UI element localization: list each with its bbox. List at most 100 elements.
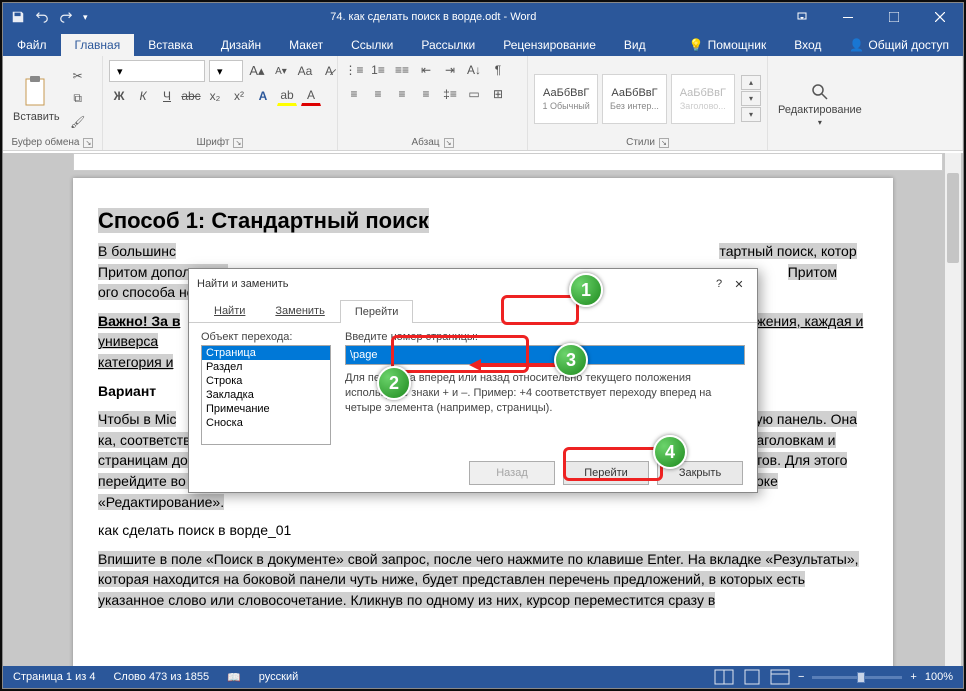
shrink-font-icon[interactable]: A▾ [271, 61, 291, 81]
change-case-icon[interactable]: Aa [295, 61, 315, 81]
minimize-button[interactable] [825, 3, 871, 31]
dlg-tab-find[interactable]: Найти [199, 299, 260, 322]
tab-home[interactable]: Главная [61, 34, 135, 56]
text-effects-icon[interactable]: A [253, 86, 273, 106]
tab-tell-me[interactable]: 💡Помощник [675, 34, 781, 56]
dialog-launcher-icon[interactable]: ↘ [659, 138, 669, 148]
tab-mailings[interactable]: Рассылки [407, 34, 489, 56]
font-color-icon[interactable]: A [301, 86, 321, 106]
align-left-icon[interactable]: ≡ [344, 84, 364, 104]
tab-layout[interactable]: Макет [275, 34, 337, 56]
font-name[interactable]: ▾ [109, 60, 205, 82]
style-nospacing[interactable]: АаБбВвГБез интер... [602, 74, 666, 124]
shading-icon[interactable]: ▭ [464, 84, 484, 104]
maximize-button[interactable] [871, 3, 917, 31]
dialog-help-icon[interactable]: ? [709, 274, 729, 294]
multilevel-icon[interactable]: ≡≡ [392, 60, 412, 80]
justify-icon[interactable]: ≡ [416, 84, 436, 104]
dialog-titlebar[interactable]: Найти и заменить ? ✕ [189, 269, 757, 299]
styles-down-icon[interactable]: ▾ [741, 91, 761, 106]
dialog-close-icon[interactable]: ✕ [729, 274, 749, 294]
zoom-value[interactable]: 100% [925, 671, 953, 683]
copy-icon[interactable]: ⧉ [68, 89, 88, 109]
tab-design[interactable]: Дизайн [207, 34, 275, 56]
close-button[interactable] [917, 3, 963, 31]
style-heading1[interactable]: АаБбВвГЗаголово... [671, 74, 735, 124]
italic-icon[interactable]: К [133, 86, 153, 106]
dialog-launcher-icon[interactable]: ↘ [83, 138, 93, 148]
bullets-icon[interactable]: ⋮≡ [344, 60, 364, 80]
undo-icon[interactable] [35, 10, 49, 24]
align-right-icon[interactable]: ≡ [392, 84, 412, 104]
goto-object-list[interactable]: Страница Раздел Строка Закладка Примечан… [201, 345, 331, 445]
zoom-slider[interactable] [812, 676, 902, 679]
editing-button[interactable]: Редактирование▾ [774, 80, 866, 129]
list-item[interactable]: Строка [202, 374, 330, 388]
list-item[interactable]: Раздел [202, 360, 330, 374]
line-spacing-icon[interactable]: ‡≡ [440, 84, 460, 104]
scrollbar-thumb[interactable] [947, 173, 959, 263]
styles-more-icon[interactable]: ▾ [741, 107, 761, 122]
strike-icon[interactable]: abc [181, 86, 201, 106]
bulb-icon: 💡 [689, 38, 704, 52]
bold-icon[interactable]: Ж [109, 86, 129, 106]
spellcheck-icon[interactable]: 📖 [227, 671, 241, 684]
sort-icon[interactable]: A↓ [464, 60, 484, 80]
clear-format-icon[interactable]: A̷ [319, 61, 339, 81]
group-label: Абзац [411, 137, 439, 148]
subscript-icon[interactable]: x₂ [205, 86, 225, 106]
group-styles: АаБбВвГ1 Обычный АаБбВвГБез интер... АаБ… [528, 56, 768, 150]
print-layout-icon[interactable] [742, 669, 762, 685]
status-words[interactable]: Слово 473 из 1855 [113, 671, 209, 683]
superscript-icon[interactable]: x² [229, 86, 249, 106]
list-item[interactable]: Сноска [202, 416, 330, 430]
group-label: Стили [626, 137, 655, 148]
save-icon[interactable] [11, 10, 25, 24]
group-clipboard: Вставить ✂ ⧉ 🖌 Буфер обмена↘ [3, 56, 103, 150]
dialog-title: Найти и заменить [197, 278, 288, 290]
ribbon-options-icon[interactable] [779, 3, 825, 31]
web-layout-icon[interactable] [770, 669, 790, 685]
share-button[interactable]: 👤Общий доступ [835, 34, 963, 56]
paste-icon [21, 75, 51, 109]
signin-link[interactable]: Вход [780, 34, 835, 56]
vertical-scrollbar[interactable] [945, 153, 961, 666]
increase-indent-icon[interactable]: ⇥ [440, 60, 460, 80]
status-page[interactable]: Страница 1 из 4 [13, 671, 95, 683]
decrease-indent-icon[interactable]: ⇤ [416, 60, 436, 80]
show-marks-icon[interactable]: ¶ [488, 60, 508, 80]
tab-view[interactable]: Вид [610, 34, 660, 56]
style-normal[interactable]: АаБбВвГ1 Обычный [534, 74, 598, 124]
cut-icon[interactable]: ✂ [68, 66, 88, 86]
dialog-launcher-icon[interactable]: ↘ [444, 138, 454, 148]
horizontal-ruler[interactable] [73, 153, 943, 171]
list-item[interactable]: Закладка [202, 388, 330, 402]
goto-button[interactable]: Перейти [563, 461, 649, 485]
list-item[interactable]: Страница [202, 346, 330, 360]
redo-icon[interactable] [59, 10, 73, 24]
paste-button[interactable]: Вставить [9, 73, 64, 125]
styles-up-icon[interactable]: ▴ [741, 75, 761, 90]
align-center-icon[interactable]: ≡ [368, 84, 388, 104]
highlight-icon[interactable]: ab [277, 86, 297, 106]
borders-icon[interactable]: ⊞ [488, 84, 508, 104]
tab-review[interactable]: Рецензирование [489, 34, 610, 56]
read-mode-icon[interactable] [714, 669, 734, 685]
underline-icon[interactable]: Ч [157, 86, 177, 106]
numbering-icon[interactable]: 1≡ [368, 60, 388, 80]
zoom-in-icon[interactable]: + [910, 671, 916, 683]
format-painter-icon[interactable]: 🖌 [68, 112, 88, 132]
word-window: ▾ 74. как сделать поиск в ворде.odt - Wo… [2, 2, 964, 689]
dlg-tab-goto[interactable]: Перейти [340, 300, 414, 323]
list-item[interactable]: Примечание [202, 402, 330, 416]
grow-font-icon[interactable]: A▴ [247, 61, 267, 81]
status-language[interactable]: русский [259, 671, 298, 683]
dialog-launcher-icon[interactable]: ↘ [233, 138, 243, 148]
tab-file[interactable]: Файл [3, 34, 61, 56]
dlg-tab-replace[interactable]: Заменить [260, 299, 339, 322]
callout-num-2: 2 [377, 366, 411, 400]
zoom-out-icon[interactable]: − [798, 671, 804, 683]
tab-references[interactable]: Ссылки [337, 34, 407, 56]
tab-insert[interactable]: Вставка [134, 34, 207, 56]
font-size[interactable]: ▾ [209, 60, 243, 82]
